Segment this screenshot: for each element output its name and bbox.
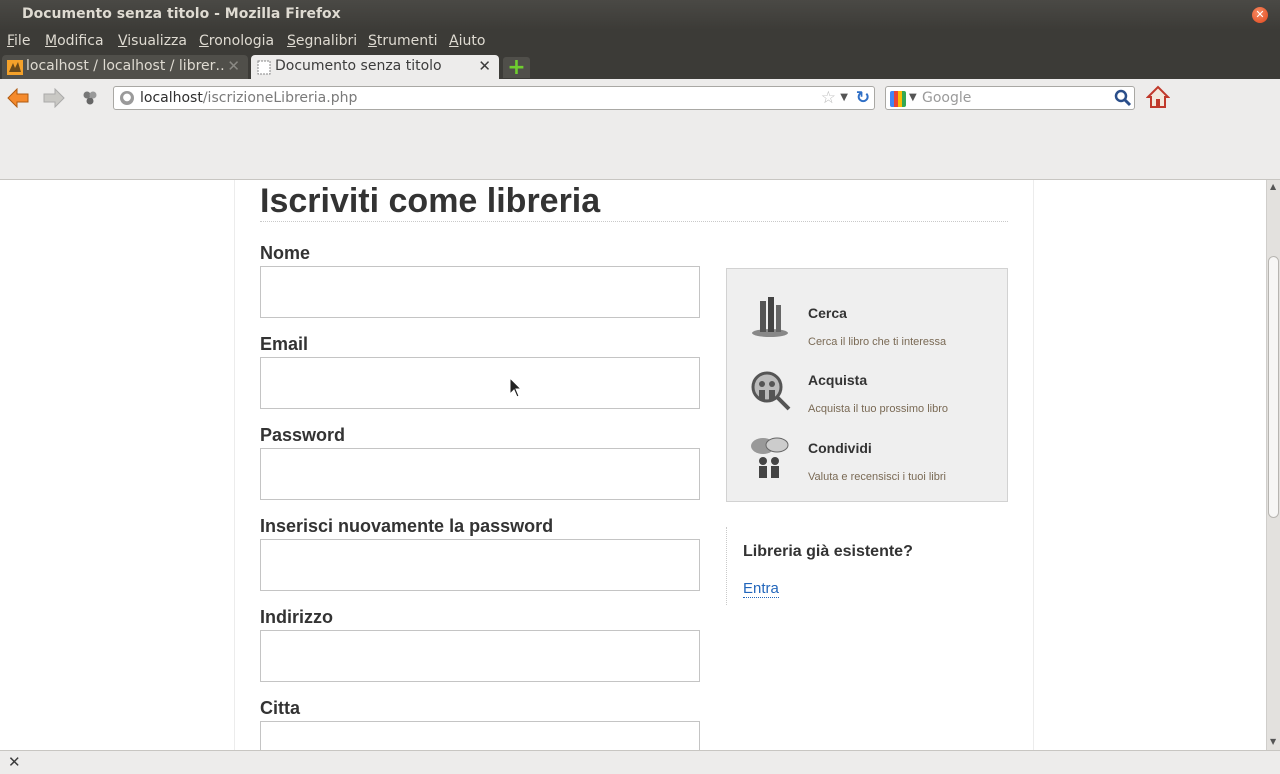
url-bar[interactable]: ● localhost/iscrizioneLibreria.php ☆ ▼ ↻ bbox=[113, 86, 875, 110]
password-label: Password bbox=[260, 425, 346, 445]
scrollbar-thumb[interactable] bbox=[1268, 256, 1279, 518]
indirizzo-input[interactable] bbox=[260, 630, 700, 682]
site-identity-icon[interactable]: ● bbox=[120, 91, 134, 105]
feature-title-cerca: Cerca bbox=[808, 305, 847, 321]
navigation-toolbar: ● localhost/iscrizioneLibreria.php ☆ ▼ ↻… bbox=[0, 79, 1280, 180]
citta-input[interactable] bbox=[260, 721, 700, 750]
books-icon bbox=[752, 297, 788, 337]
password-confirm-input[interactable] bbox=[260, 539, 700, 591]
password-input[interactable] bbox=[260, 448, 700, 500]
citta-label: Citta bbox=[260, 698, 300, 718]
window-close-button[interactable]: ✕ bbox=[1252, 7, 1268, 23]
history-icon[interactable] bbox=[82, 90, 98, 106]
menu-bar: File Modifica Visualizza Cronologia Segn… bbox=[0, 30, 1280, 54]
new-tab-button[interactable]: + bbox=[503, 57, 530, 79]
email-label: Email bbox=[260, 334, 309, 354]
close-addon-bar-icon[interactable]: ✕ bbox=[8, 753, 21, 771]
page-viewport: Iscriviti come libreria Nome Email Passw… bbox=[0, 180, 1266, 750]
phpmyadmin-icon bbox=[7, 60, 23, 75]
existing-library-section: Libreria già esistente? Entra bbox=[726, 527, 913, 605]
menu-aiuto[interactable]: Aiuto bbox=[449, 33, 485, 49]
url-dropdown-icon[interactable]: ▼ bbox=[840, 92, 848, 103]
menu-file[interactable]: File bbox=[7, 33, 30, 49]
login-link[interactable]: Entra bbox=[743, 580, 779, 598]
tab-close-icon[interactable]: ✕ bbox=[478, 57, 491, 75]
tab-close-icon[interactable]: ✕ bbox=[227, 57, 240, 75]
blank-page-icon bbox=[257, 60, 271, 75]
feature-desc-condividi: Valuta e recensisci i tuoi libri bbox=[808, 471, 946, 483]
nome-label: Nome bbox=[260, 243, 311, 263]
menu-visualizza[interactable]: Visualizza bbox=[118, 33, 187, 49]
tab-label: Documento senza titolo bbox=[275, 58, 442, 74]
scroll-up-arrow-icon[interactable]: ▲ bbox=[1270, 182, 1276, 191]
menu-strumenti[interactable]: Strumenti bbox=[368, 33, 438, 49]
addon-bar: ✕ bbox=[0, 750, 1280, 774]
menu-segnalibri[interactable]: Segnalibri bbox=[287, 33, 357, 49]
speech-people-icon bbox=[751, 437, 789, 478]
scroll-down-arrow-icon[interactable]: ▼ bbox=[1270, 737, 1276, 746]
existing-library-question: Libreria già esistente? bbox=[743, 543, 913, 560]
search-engine-dropdown-icon[interactable]: ▼ bbox=[909, 92, 917, 103]
window-title: Documento senza titolo - Mozilla Firefox bbox=[22, 6, 341, 22]
indirizzo-label: Indirizzo bbox=[260, 607, 333, 627]
feature-desc-acquista: Acquista il tuo prossimo libro bbox=[808, 403, 949, 415]
magnifier-people-icon bbox=[751, 371, 791, 411]
feature-desc-cerca: Cerca il libro che ti interessa bbox=[808, 336, 947, 348]
google-engine-icon[interactable] bbox=[890, 91, 906, 107]
mouse-cursor-icon bbox=[509, 377, 523, 398]
search-bar[interactable]: ▼ Google bbox=[885, 86, 1135, 110]
vertical-scrollbar[interactable]: ▲ ▼ bbox=[1266, 180, 1280, 750]
features-box: Cerca Cerca il libro che ti interessa Ac… bbox=[726, 268, 1008, 502]
page-title: Iscriviti come libreria bbox=[260, 182, 601, 220]
bookmark-star-icon[interactable]: ☆ bbox=[821, 88, 836, 108]
email-input[interactable] bbox=[260, 357, 700, 409]
home-icon[interactable] bbox=[1146, 85, 1170, 109]
password-confirm-label: Inserisci nuovamente la password bbox=[260, 516, 554, 536]
tab-bar: localhost / localhost / librer… ✕ Docume… bbox=[0, 54, 1280, 79]
forward-arrow-icon[interactable] bbox=[43, 88, 65, 108]
nome-input[interactable] bbox=[260, 266, 700, 318]
search-icon[interactable] bbox=[1114, 89, 1132, 107]
url-text[interactable]: localhost/iscrizioneLibreria.php bbox=[140, 90, 357, 106]
search-input[interactable]: Google bbox=[922, 90, 971, 106]
tab-label: localhost / localhost / librer… bbox=[26, 58, 226, 74]
tab-phpmyadmin[interactable]: localhost / localhost / librer… ✕ bbox=[2, 55, 248, 79]
menu-modifica[interactable]: Modifica bbox=[45, 33, 104, 49]
window-titlebar: Documento senza titolo - Mozilla Firefox… bbox=[0, 0, 1280, 30]
feature-title-acquista: Acquista bbox=[808, 372, 868, 388]
title-divider bbox=[260, 221, 1008, 222]
reload-icon[interactable]: ↻ bbox=[856, 88, 870, 108]
back-arrow-icon[interactable] bbox=[7, 88, 29, 108]
feature-title-condividi: Condividi bbox=[808, 440, 872, 456]
menu-cronologia[interactable]: Cronologia bbox=[199, 33, 274, 49]
tab-documento[interactable]: Documento senza titolo ✕ bbox=[251, 55, 499, 79]
